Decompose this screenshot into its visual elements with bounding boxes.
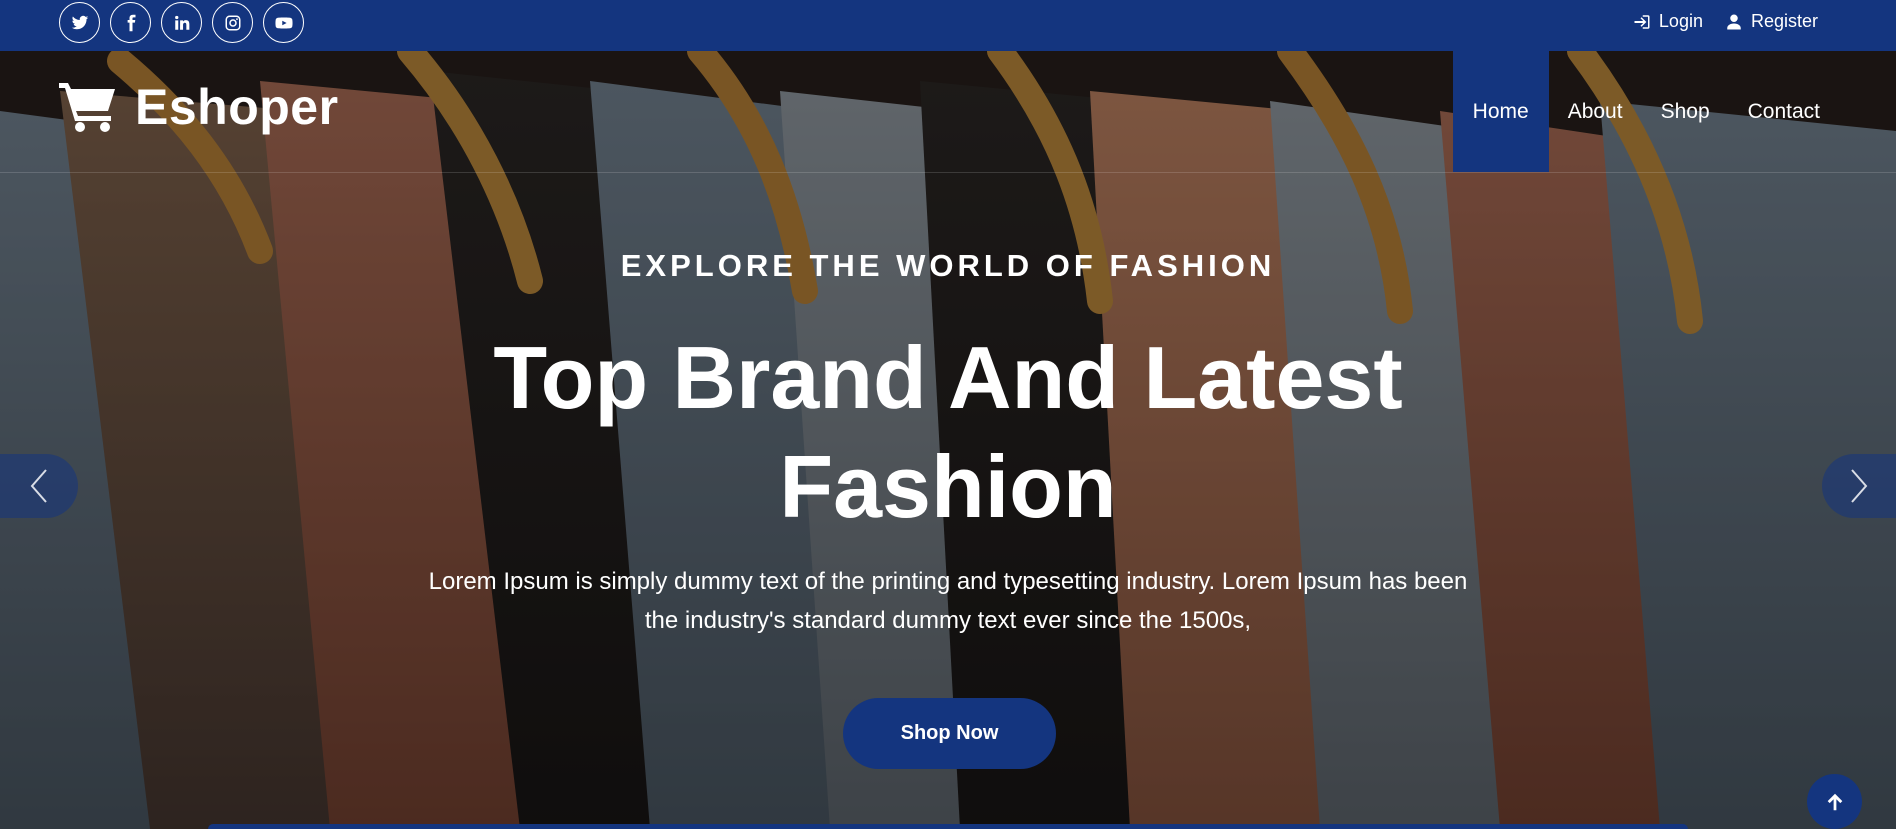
user-icon xyxy=(1727,14,1741,29)
shopping-cart-icon xyxy=(59,83,115,132)
chevron-right-icon xyxy=(1851,469,1868,503)
register-link[interactable]: Register xyxy=(1725,11,1818,32)
linkedin-icon xyxy=(174,15,189,30)
facebook-link[interactable] xyxy=(110,2,151,43)
twitter-icon xyxy=(71,15,88,29)
auth-links: Login Register xyxy=(1633,11,1818,32)
social-links xyxy=(59,2,304,43)
nav-item-about[interactable]: About xyxy=(1549,51,1642,172)
login-label: Login xyxy=(1658,11,1703,31)
back-to-top-button[interactable] xyxy=(1807,774,1862,829)
main-navbar: Eshoper Home About Shop Contact xyxy=(0,51,1896,173)
hero-description: Lorem Ipsum is simply dummy text of the … xyxy=(428,568,1468,634)
brand-name: Eshoper xyxy=(135,79,339,135)
youtube-icon xyxy=(274,16,293,29)
shop-now-button[interactable]: Shop Now xyxy=(843,698,1056,769)
bottom-section-edge xyxy=(208,824,1688,829)
hero-carousel: Eshoper Home About Shop Contact EXPLORE … xyxy=(0,51,1896,829)
brand-logo[interactable]: Eshoper xyxy=(59,78,339,136)
instagram-link[interactable] xyxy=(212,2,253,43)
instagram-icon xyxy=(225,15,240,30)
facebook-icon xyxy=(127,14,135,31)
nav-item-shop[interactable]: Shop xyxy=(1642,51,1729,172)
chevron-left-icon xyxy=(30,469,47,503)
sign-in-icon xyxy=(1634,14,1650,29)
linkedin-link[interactable] xyxy=(161,2,202,43)
login-link[interactable]: Login xyxy=(1633,11,1703,32)
register-label: Register xyxy=(1750,11,1818,31)
nav-item-contact[interactable]: Contact xyxy=(1729,51,1896,172)
nav-menu: Home About Shop Contact xyxy=(1452,51,1896,172)
nav-item-home[interactable]: Home xyxy=(1452,51,1549,172)
carousel-prev-button[interactable] xyxy=(0,454,78,518)
top-bar: Login Register xyxy=(0,0,1896,51)
carousel-next-button[interactable] xyxy=(1822,454,1896,518)
twitter-link[interactable] xyxy=(59,2,100,43)
hero-kicker: EXPLORE THE WORLD OF FASHION xyxy=(620,248,1276,283)
arrow-up-icon xyxy=(1827,793,1842,810)
youtube-link[interactable] xyxy=(263,2,304,43)
hero-headline: Top Brand And Latest Fashion xyxy=(493,328,1403,536)
